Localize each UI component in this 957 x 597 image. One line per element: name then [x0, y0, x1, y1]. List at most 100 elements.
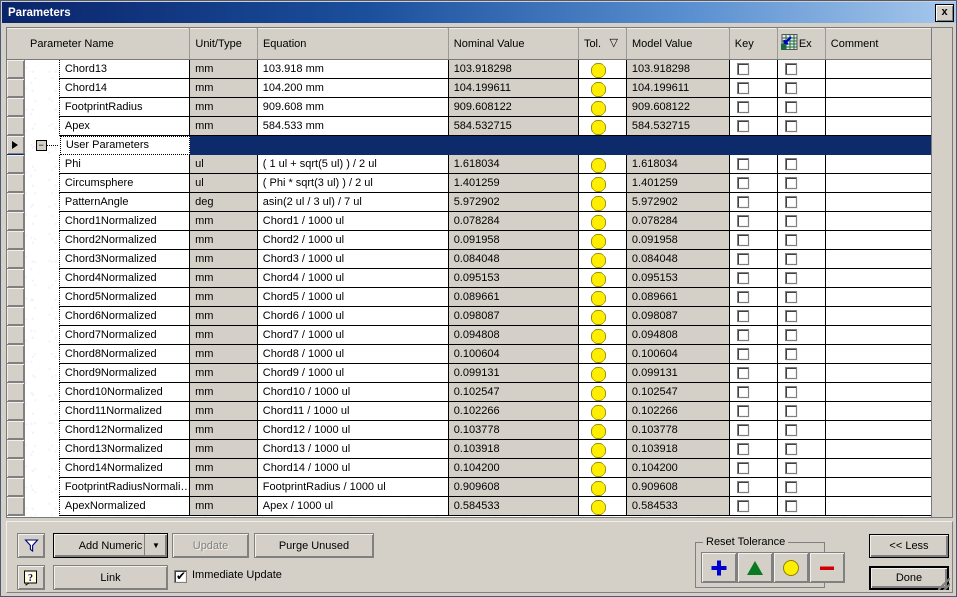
cell-model[interactable]: [626, 136, 730, 155]
cell-equation[interactable]: Chord6 / 1000 ul: [257, 307, 449, 326]
cell-unit[interactable]: mm: [190, 364, 258, 383]
row-selector[interactable]: [7, 478, 25, 497]
cell-parameter-name[interactable]: Phi: [59, 155, 191, 174]
cell-equation[interactable]: Chord12 / 1000 ul: [257, 421, 449, 440]
cell-unit[interactable]: mm: [190, 478, 258, 497]
tolerance-circle-icon[interactable]: [590, 177, 606, 192]
key-checkbox[interactable]: [736, 405, 749, 417]
cell-equation[interactable]: ( Phi * sqrt(3 ul) ) / 2 ul: [257, 174, 449, 193]
cell-model[interactable]: 0.098087: [626, 307, 730, 326]
cell-ex[interactable]: [777, 497, 826, 516]
row-selector[interactable]: [7, 440, 25, 459]
cell-tol[interactable]: [578, 117, 627, 136]
row-selector[interactable]: [7, 79, 25, 98]
cell-nominal[interactable]: 0.102547: [448, 383, 579, 402]
cell-parameter-name[interactable]: Chord6Normalized: [59, 307, 191, 326]
export-checkbox[interactable]: [784, 329, 797, 341]
tolerance-circle-icon[interactable]: [590, 443, 606, 458]
export-checkbox[interactable]: [784, 101, 797, 113]
cell-key[interactable]: [729, 402, 778, 421]
cell-nominal[interactable]: 0.584533: [448, 497, 579, 516]
table-row[interactable]: Chord7Normalized mm Chord7 / 1000 ul 0.0948…: [7, 326, 952, 345]
cell-tol[interactable]: [578, 345, 627, 364]
cell-ex[interactable]: [777, 250, 826, 269]
cell-parameter-name[interactable]: Chord9Normalized: [59, 364, 191, 383]
key-checkbox[interactable]: [736, 120, 749, 132]
help-icon-button[interactable]: ?: [17, 565, 45, 590]
cell-model[interactable]: 0.104200: [626, 459, 730, 478]
export-checkbox[interactable]: [784, 443, 797, 455]
cell-model[interactable]: 0.102266: [626, 402, 730, 421]
cell-ex[interactable]: [777, 136, 826, 155]
cell-ex[interactable]: [777, 155, 826, 174]
tolerance-circle-icon[interactable]: [590, 462, 606, 477]
cell-ex[interactable]: [777, 212, 826, 231]
export-checkbox[interactable]: [784, 158, 797, 170]
cell-parameter-name[interactable]: Chord7Normalized: [59, 326, 191, 345]
row-selector[interactable]: [7, 60, 25, 79]
table-row[interactable]: Chord13Normalized mm Chord13 / 1000 ul 0.10…: [7, 440, 952, 459]
row-selector[interactable]: [7, 250, 25, 269]
key-checkbox[interactable]: [736, 253, 749, 265]
reset-tolerance-plus-button[interactable]: [701, 552, 737, 583]
cell-unit[interactable]: mm: [190, 60, 258, 79]
cell-key[interactable]: [729, 212, 778, 231]
title-bar[interactable]: Parameters x: [2, 2, 956, 23]
cell-equation[interactable]: [257, 136, 449, 155]
export-checkbox[interactable]: [784, 272, 797, 284]
cell-model[interactable]: 0.094808: [626, 326, 730, 345]
tolerance-circle-icon[interactable]: [590, 215, 606, 230]
cell-key[interactable]: [729, 421, 778, 440]
table-row[interactable]: Chord12Normalized mm Chord12 / 1000 ul 0.10…: [7, 421, 952, 440]
cell-nominal[interactable]: 1.618034: [448, 155, 579, 174]
cell-nominal[interactable]: 104.199611: [448, 79, 579, 98]
cell-ex[interactable]: [777, 60, 826, 79]
cell-unit[interactable]: mm: [190, 307, 258, 326]
key-checkbox[interactable]: [736, 177, 749, 189]
tolerance-circle-icon[interactable]: [590, 253, 606, 268]
cell-unit[interactable]: mm: [190, 497, 258, 516]
cell-parameter-name[interactable]: Chord5Normalized: [59, 288, 191, 307]
cell-parameter-name[interactable]: Chord14Normalized: [59, 459, 191, 478]
row-selector[interactable]: [7, 326, 25, 345]
cell-key[interactable]: [729, 497, 778, 516]
cell-model[interactable]: 909.608122: [626, 98, 730, 117]
cell-key[interactable]: [729, 136, 778, 155]
cell-key[interactable]: [729, 79, 778, 98]
row-selector[interactable]: [7, 402, 25, 421]
cell-tol[interactable]: [578, 478, 627, 497]
cell-parameter-name[interactable]: ApexNormalized: [59, 497, 191, 516]
cell-ex[interactable]: [777, 193, 826, 212]
link-button[interactable]: Link: [53, 565, 168, 590]
cell-tol[interactable]: [578, 288, 627, 307]
export-checkbox[interactable]: [784, 424, 797, 436]
row-selector[interactable]: [7, 117, 25, 136]
table-row[interactable]: Phi ul( 1 ul + sqrt(5 ul) ) / 2 ul 1.61803…: [7, 155, 952, 174]
cell-key[interactable]: [729, 269, 778, 288]
cell-ex[interactable]: [777, 459, 826, 478]
cell-equation[interactable]: FootprintRadius / 1000 ul: [257, 478, 449, 497]
export-checkbox[interactable]: [784, 120, 797, 132]
key-checkbox[interactable]: [736, 443, 749, 455]
cell-unit[interactable]: deg: [190, 193, 258, 212]
row-selector[interactable]: [7, 364, 25, 383]
cell-tol[interactable]: [578, 402, 627, 421]
row-selector[interactable]: [7, 383, 25, 402]
reset-tolerance-triangle-button[interactable]: [737, 552, 773, 583]
table-row[interactable]: Chord5Normalized mm Chord5 / 1000 ul 0.0896…: [7, 288, 952, 307]
cell-parameter-name[interactable]: Chord3Normalized: [59, 250, 191, 269]
row-selector[interactable]: [7, 98, 25, 117]
table-row[interactable]: PatternAngle deg asin(2 ul / 3 ul) / 7 ul 5…: [7, 193, 952, 212]
cell-parameter-name[interactable]: Chord2Normalized: [59, 231, 191, 250]
cell-nominal[interactable]: 0.095153: [448, 269, 579, 288]
key-checkbox[interactable]: [736, 158, 749, 170]
cell-tol[interactable]: [578, 60, 627, 79]
table-row[interactable]: Circumsphere ul( Phi * sqrt(3 ul) ) / 2 u…: [7, 174, 952, 193]
column-header-tol[interactable]: Tol. ▽: [578, 28, 627, 59]
key-checkbox[interactable]: [736, 215, 749, 227]
cell-tol[interactable]: [578, 193, 627, 212]
tolerance-circle-icon[interactable]: [590, 405, 606, 420]
row-selector[interactable]: [7, 269, 25, 288]
row-selector[interactable]: [7, 174, 25, 193]
cell-nominal[interactable]: 0.099131: [448, 364, 579, 383]
